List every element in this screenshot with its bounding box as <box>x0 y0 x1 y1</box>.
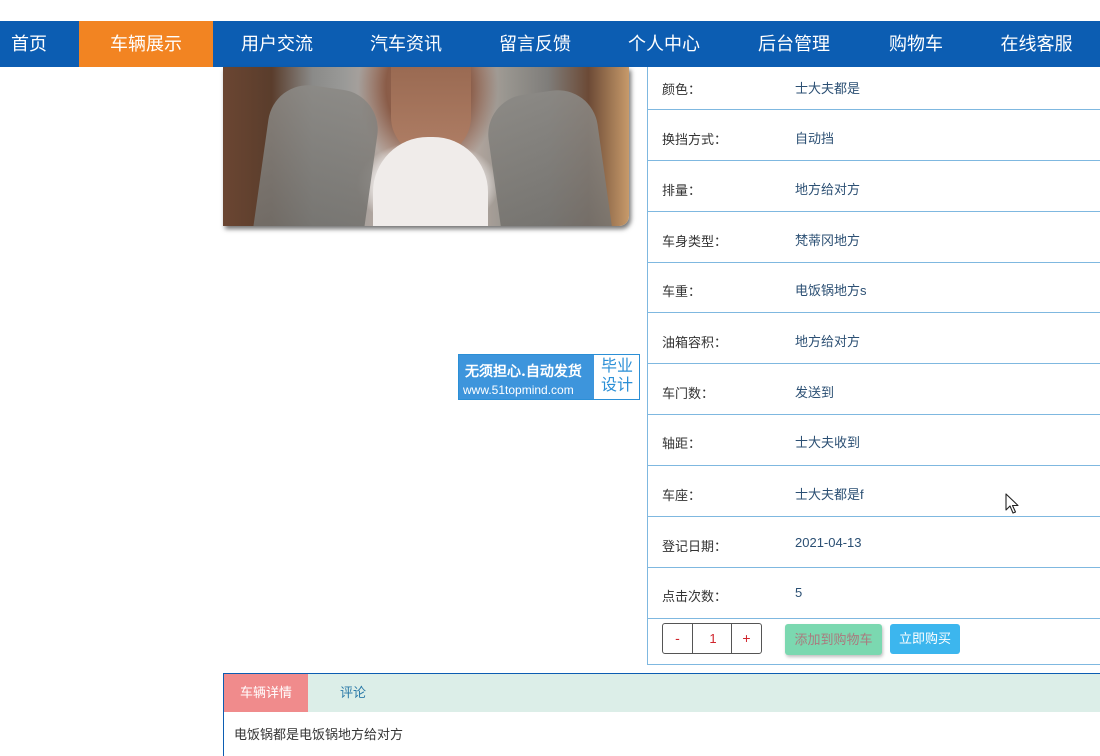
tab-content: 电饭锅都是电饭锅地方给对方 <box>234 727 404 742</box>
nav-item-personal-center[interactable]: 个人中心 <box>599 21 729 67</box>
quantity-decrement-button[interactable]: - <box>663 624 693 653</box>
watermark-right: 毕业 设计 <box>597 357 637 395</box>
nav-item-online-service[interactable]: 在线客服 <box>973 21 1100 67</box>
spec-label: 点击次数： <box>662 589 728 604</box>
spec-value: 地方给对方 <box>795 182 861 197</box>
mouse-cursor-icon <box>1005 493 1019 514</box>
spec-label: 车座： <box>662 488 702 503</box>
spec-label: 登记日期： <box>662 539 728 554</box>
spec-row-transmission: 换挡方式： 自动挡 <box>648 110 1100 161</box>
spec-row-color: 颜色： 士大夫都是 <box>648 67 1100 110</box>
top-navigation: 首页 车辆展示 用户交流 汽车资讯 留言反馈 个人中心 后台管理 购物车 在线客… <box>0 21 1100 67</box>
watermark-badge: 无须担心.自动发货 www.51topmind.com 毕业 设计 <box>458 354 640 400</box>
tab-comments[interactable]: 评论 <box>330 674 376 712</box>
spec-label: 颜色： <box>662 82 702 97</box>
spec-row-registration-date: 登记日期： 2021-04-13 <box>648 517 1100 568</box>
spec-value: 2021-04-13 <box>795 535 862 550</box>
spec-value: 发送到 <box>795 385 835 400</box>
tab-bar: 车辆详情 评论 <box>224 674 1100 712</box>
nav-item-home[interactable]: 首页 <box>0 21 58 67</box>
spec-row-seats: 车座： 士大夫都是f <box>648 466 1100 517</box>
spec-value: 自动挡 <box>795 131 835 146</box>
watermark-left: 无须担心.自动发货 www.51topmind.com <box>459 355 594 399</box>
watermark-right-line2: 设计 <box>600 377 633 394</box>
nav-item-admin[interactable]: 后台管理 <box>729 21 859 67</box>
spec-value: 电饭锅地方s <box>795 283 867 298</box>
nav-item-user-exchange[interactable]: 用户交流 <box>213 21 341 67</box>
buy-now-button[interactable]: 立即购买 <box>890 624 960 654</box>
detail-tabs: 车辆详情 评论 电饭锅都是电饭锅地方给对方 <box>223 673 1100 756</box>
watermark-url: www.51topmind.com <box>463 383 574 397</box>
spec-label: 排量： <box>662 183 702 198</box>
watermark-slogan: 无须担心.自动发货 <box>465 364 582 380</box>
add-to-cart-button[interactable]: 添加到购物车 <box>785 624 882 655</box>
spec-value: 梵蒂冈地方 <box>795 233 861 248</box>
spec-label: 车门数： <box>662 386 715 401</box>
spec-label: 车重： <box>662 284 702 299</box>
photo-detail <box>253 80 383 226</box>
spec-row-displacement: 排量： 地方给对方 <box>648 161 1100 212</box>
spec-row-doors: 车门数： 发送到 <box>648 364 1100 415</box>
spec-row-click-count: 点击次数： 5 <box>648 568 1100 619</box>
vehicle-spec-table: 颜色： 士大夫都是 换挡方式： 自动挡 排量： 地方给对方 车身类型： 梵蒂冈地… <box>647 67 1100 665</box>
spec-value: 5 <box>795 585 803 600</box>
spec-label: 车身类型： <box>662 234 728 249</box>
vehicle-photo <box>223 67 629 226</box>
watermark-right-line1: 毕业 <box>600 358 633 375</box>
photo-detail <box>483 85 613 226</box>
spec-label: 油箱容积： <box>662 335 728 350</box>
nav-item-car-news[interactable]: 汽车资讯 <box>341 21 471 67</box>
spec-value: 士大夫都是 <box>795 81 861 96</box>
quantity-input[interactable] <box>693 624 733 653</box>
spec-value: 地方给对方 <box>795 334 861 349</box>
quantity-increment-button[interactable]: + <box>731 624 761 653</box>
spec-row-tank-capacity: 油箱容积： 地方给对方 <box>648 313 1100 364</box>
nav-item-vehicle-display[interactable]: 车辆展示 <box>79 21 213 67</box>
nav-item-cart[interactable]: 购物车 <box>859 21 973 67</box>
quantity-stepper: - + <box>662 623 762 654</box>
spec-row-wheelbase: 轴距： 士大夫收到 <box>648 415 1100 466</box>
spec-label: 轴距： <box>662 436 702 451</box>
spec-row-weight: 车重： 电饭锅地方s <box>648 263 1100 313</box>
spec-value: 士大夫收到 <box>795 435 861 450</box>
spec-value: 士大夫都是f <box>795 487 864 502</box>
spec-row-body-type: 车身类型： 梵蒂冈地方 <box>648 212 1100 263</box>
photo-detail <box>373 137 488 226</box>
tab-vehicle-details[interactable]: 车辆详情 <box>224 674 308 712</box>
nav-item-feedback[interactable]: 留言反馈 <box>471 21 599 67</box>
spec-label: 换挡方式： <box>662 132 728 147</box>
